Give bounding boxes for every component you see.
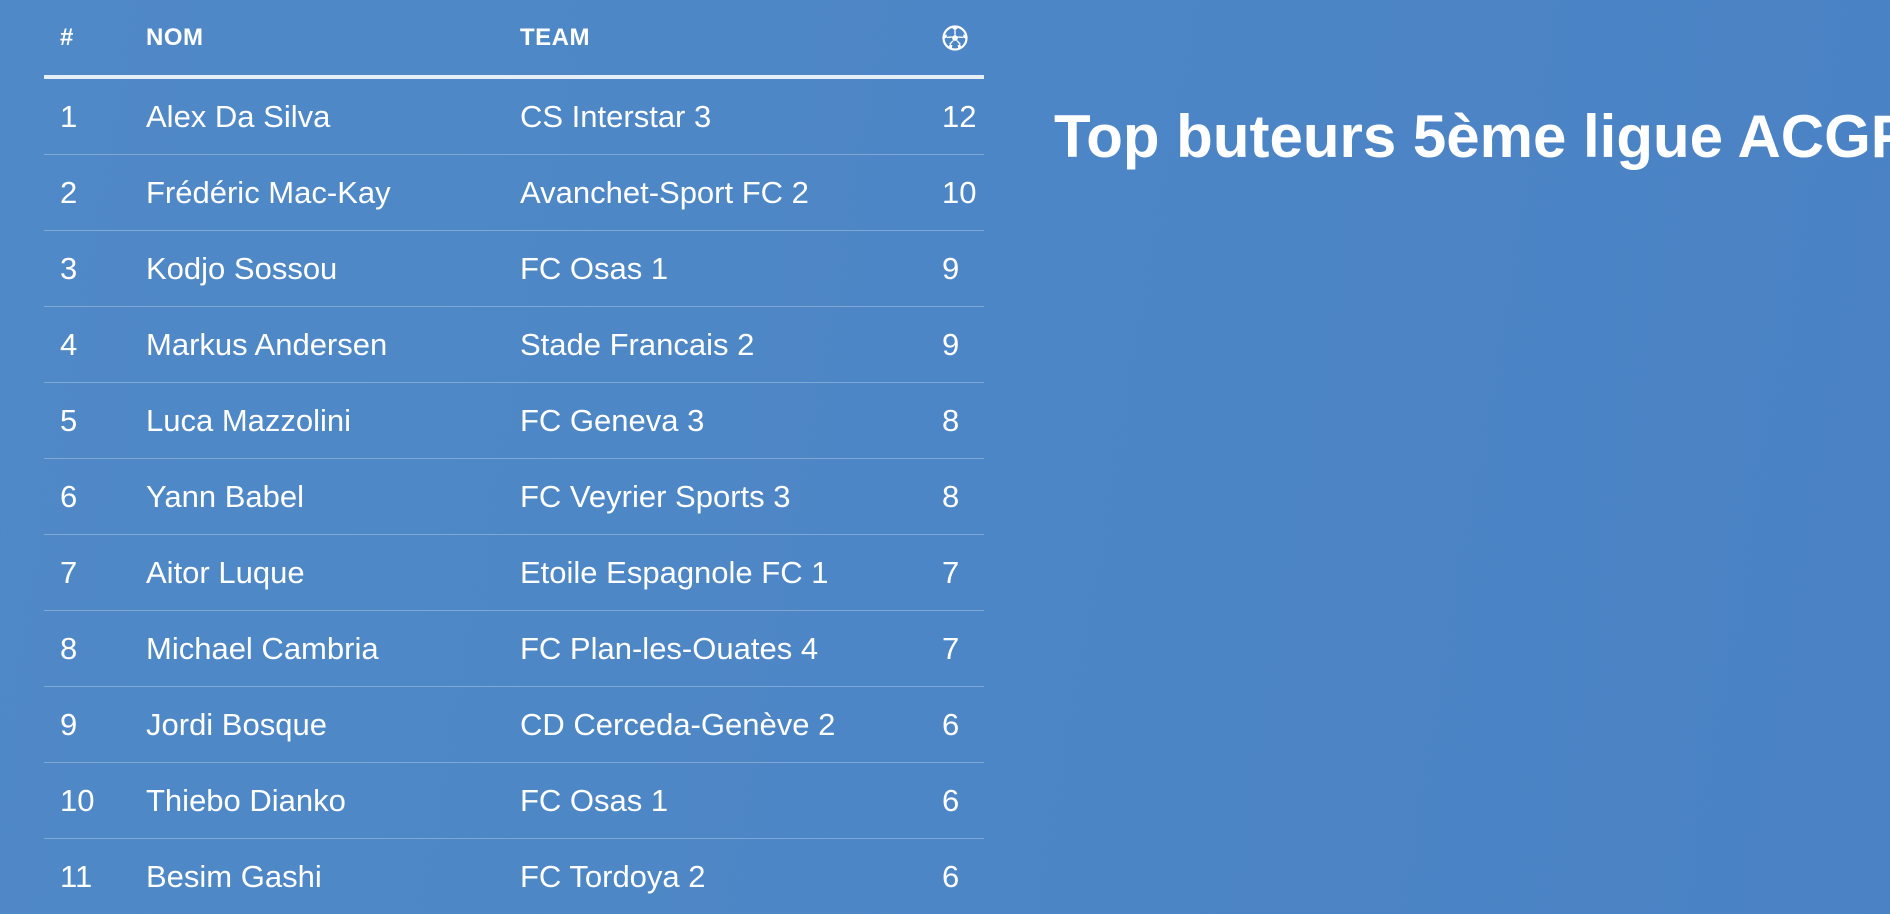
table-row: 3 Kodjo Sossou FC Osas 1 9: [44, 231, 984, 307]
goals-cell: 6: [942, 687, 984, 763]
rank-cell: 2: [44, 155, 146, 231]
header-name: NOM: [146, 0, 520, 77]
player-name-cell: Thiebo Dianko: [146, 763, 520, 839]
goals-cell: 6: [942, 763, 984, 839]
team-cell: Avanchet-Sport FC 2: [520, 155, 942, 231]
team-cell: FC Osas 1: [520, 231, 942, 307]
team-cell: FC Plan-les-Ouates 4: [520, 611, 942, 687]
player-name-cell: Michael Cambria: [146, 611, 520, 687]
rank-cell: 8: [44, 611, 146, 687]
team-cell: Stade Francais 2: [520, 307, 942, 383]
goals-cell: 9: [942, 231, 984, 307]
table-body: 1 Alex Da Silva CS Interstar 3 12 2 Fréd…: [44, 77, 984, 914]
table-row: 2 Frédéric Mac-Kay Avanchet-Sport FC 2 1…: [44, 155, 984, 231]
goals-cell: 8: [942, 459, 984, 535]
table-row: 10 Thiebo Dianko FC Osas 1 6: [44, 763, 984, 839]
player-name-cell: Kodjo Sossou: [146, 231, 520, 307]
table-row: 7 Aitor Luque Etoile Espagnole FC 1 7: [44, 535, 984, 611]
rank-cell: 5: [44, 383, 146, 459]
team-cell: Etoile Espagnole FC 1: [520, 535, 942, 611]
table-row: 9 Jordi Bosque CD Cerceda-Genève 2 6: [44, 687, 984, 763]
player-name-cell: Besim Gashi: [146, 839, 520, 914]
player-name-cell: Frédéric Mac-Kay: [146, 155, 520, 231]
header-rank: #: [44, 0, 146, 77]
table-row: 11 Besim Gashi FC Tordoya 2 6: [44, 839, 984, 914]
team-cell: FC Osas 1: [520, 763, 942, 839]
team-cell: CS Interstar 3: [520, 77, 942, 155]
scorers-table: # NOM TEAM: [44, 0, 984, 914]
rank-cell: 10: [44, 763, 146, 839]
table-header: # NOM TEAM: [44, 0, 984, 77]
table-row: 6 Yann Babel FC Veyrier Sports 3 8: [44, 459, 984, 535]
player-name-cell: Jordi Bosque: [146, 687, 520, 763]
player-name-cell: Aitor Luque: [146, 535, 520, 611]
scorers-table-container: # NOM TEAM: [44, 0, 984, 914]
team-cell: CD Cerceda-Genève 2: [520, 687, 942, 763]
table-row: 5 Luca Mazzolini FC Geneva 3 8: [44, 383, 984, 459]
rank-cell: 6: [44, 459, 146, 535]
table-row: 8 Michael Cambria FC Plan-les-Ouates 4 7: [44, 611, 984, 687]
goals-cell: 7: [942, 535, 984, 611]
rank-cell: 9: [44, 687, 146, 763]
table-row: 1 Alex Da Silva CS Interstar 3 12: [44, 77, 984, 155]
header-team: TEAM: [520, 0, 942, 77]
table-row: 4 Markus Andersen Stade Francais 2 9: [44, 307, 984, 383]
soccer-ball-icon: [942, 25, 968, 51]
player-name-cell: Luca Mazzolini: [146, 383, 520, 459]
player-name-cell: Markus Andersen: [146, 307, 520, 383]
header-row: # NOM TEAM: [44, 0, 984, 77]
goals-cell: 10: [942, 155, 984, 231]
rank-cell: 3: [44, 231, 146, 307]
goals-cell: 9: [942, 307, 984, 383]
rank-cell: 4: [44, 307, 146, 383]
rank-cell: 11: [44, 839, 146, 914]
player-name-cell: Yann Babel: [146, 459, 520, 535]
team-cell: FC Veyrier Sports 3: [520, 459, 942, 535]
player-name-cell: Alex Da Silva: [146, 77, 520, 155]
header-goals: [942, 0, 984, 77]
team-cell: FC Geneva 3: [520, 383, 942, 459]
goals-cell: 8: [942, 383, 984, 459]
team-cell: FC Tordoya 2: [520, 839, 942, 914]
rank-cell: 1: [44, 77, 146, 155]
goals-cell: 7: [942, 611, 984, 687]
rank-cell: 7: [44, 535, 146, 611]
page-title: Top buteurs 5ème ligue ACGF: [1054, 102, 1890, 171]
goals-cell: 12: [942, 77, 984, 155]
goals-cell: 6: [942, 839, 984, 914]
